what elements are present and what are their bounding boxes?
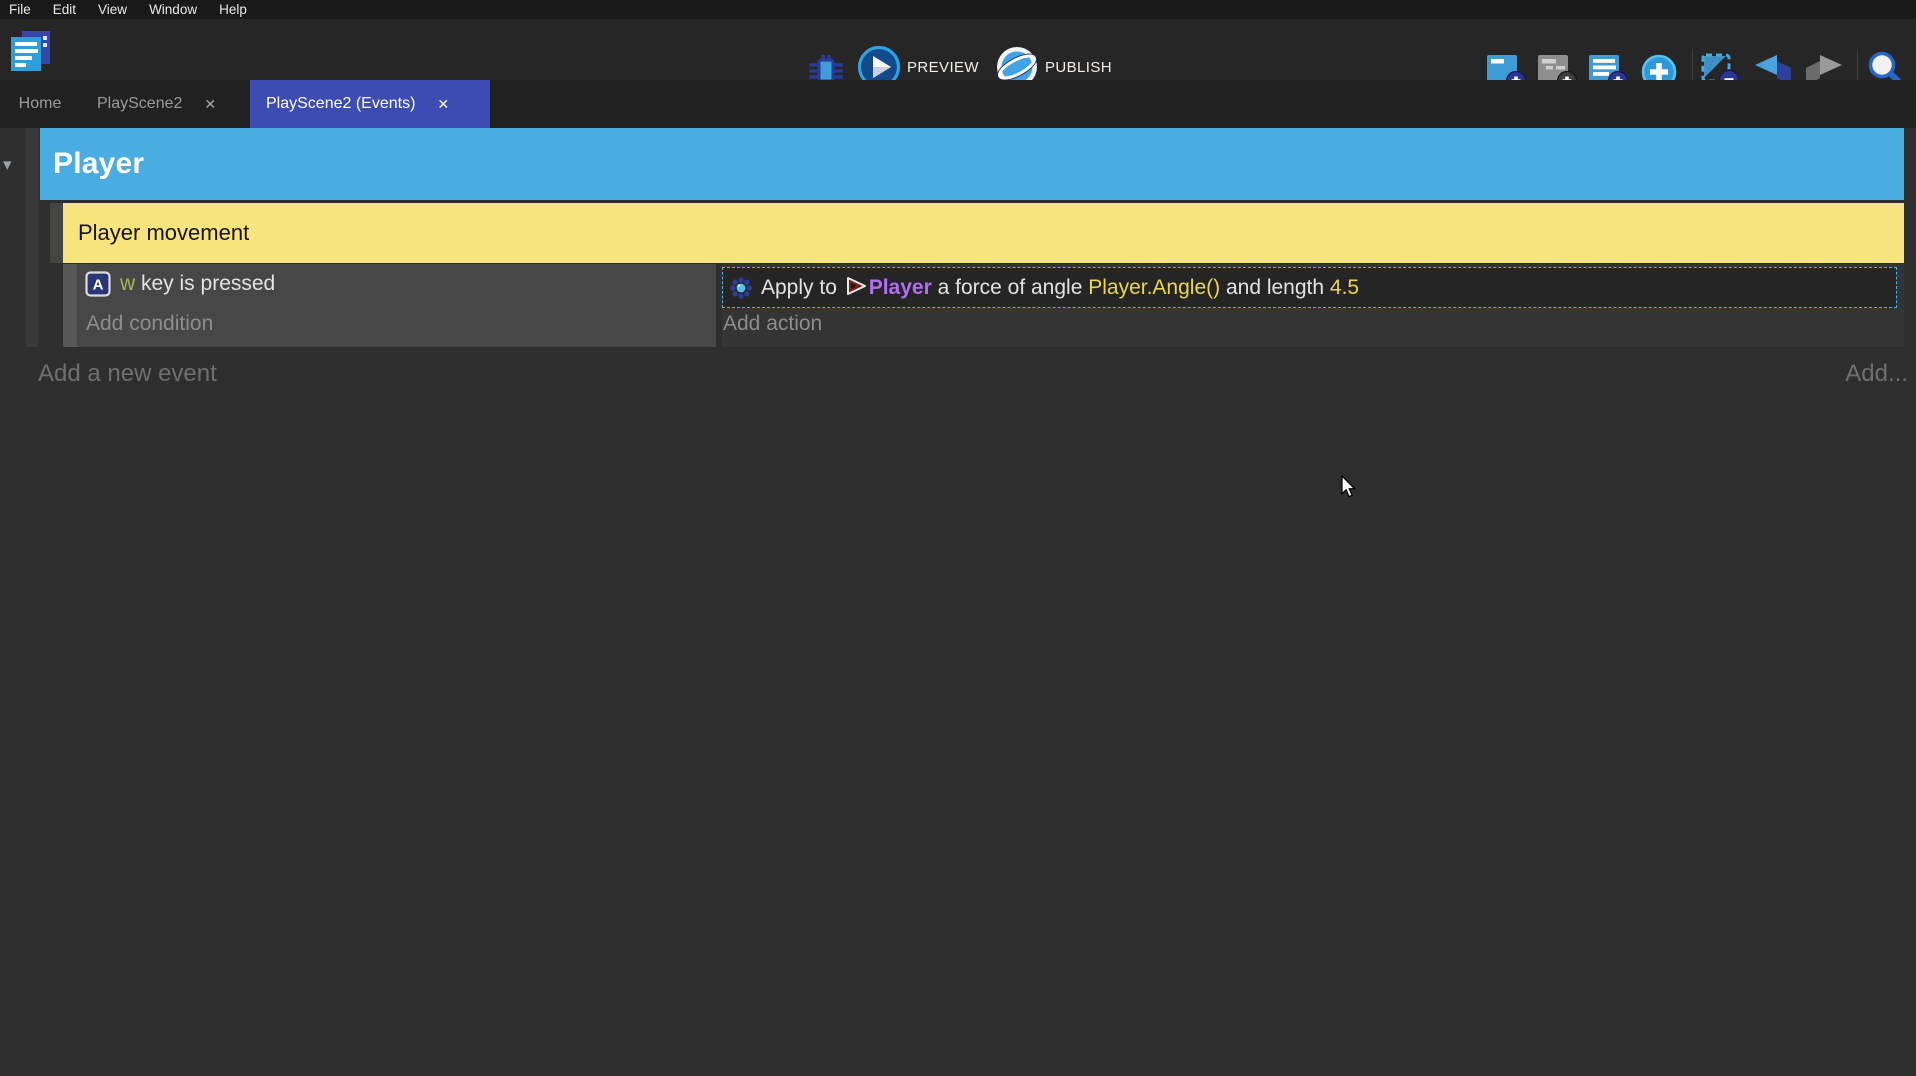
tab-home[interactable]: Home <box>0 80 80 128</box>
event-drag-handle[interactable] <box>63 264 77 347</box>
player-object-icon <box>845 275 867 297</box>
gdevelop-logo <box>7 28 53 74</box>
condition-text: w key is pressed <box>120 272 275 296</box>
group-title: Player <box>53 147 144 181</box>
keyboard-key-icon: A <box>85 271 111 297</box>
tab-label: Home <box>19 95 62 113</box>
tab-playscene2-events[interactable]: PlayScene2 (Events) ✕ <box>250 80 490 128</box>
action-text: Apply to Player a force of angle Player.… <box>761 275 1359 300</box>
add-new-event-button[interactable]: Add a new event <box>38 360 217 388</box>
comment-drag-handle[interactable] <box>50 203 63 263</box>
tab-playscene2[interactable]: PlayScene2 ✕ <box>80 80 250 128</box>
chevron-down-icon[interactable]: ▾ <box>3 155 12 175</box>
add-condition-button[interactable]: Add condition <box>86 312 213 336</box>
toolbar: PREVIEW PUBLISH <box>0 19 1916 80</box>
publish-button[interactable]: PUBLISH <box>1045 59 1112 76</box>
tab-label: PlayScene2 (Events) <box>266 95 415 113</box>
comment-text: Player movement <box>78 220 249 246</box>
tab-label: PlayScene2 <box>97 95 182 113</box>
action-apply-force[interactable]: Apply to Player a force of angle Player.… <box>722 267 1897 308</box>
menu-view[interactable]: View <box>98 2 127 17</box>
conditions-column[interactable]: A w key is pressed Add condition <box>77 264 716 347</box>
menu-edit[interactable]: Edit <box>53 2 76 17</box>
key-name: w <box>120 272 135 295</box>
add-more-button[interactable]: Add... <box>1845 360 1908 388</box>
add-action-button[interactable]: Add action <box>723 312 822 336</box>
comment-event[interactable]: Player movement <box>63 203 1904 263</box>
preview-button[interactable]: PREVIEW <box>907 59 979 76</box>
close-icon[interactable]: ✕ <box>437 96 449 113</box>
menu-file[interactable]: File <box>9 2 31 17</box>
mouse-cursor <box>1341 475 1359 499</box>
length-value: 4.5 <box>1330 276 1359 299</box>
menu-window[interactable]: Window <box>149 2 197 17</box>
tab-bar: Home PlayScene2 ✕ PlayScene2 (Events) ✕ <box>0 80 1916 128</box>
close-icon[interactable]: ✕ <box>204 96 216 113</box>
object-name: Player <box>869 276 932 299</box>
svg-text:A: A <box>93 277 104 294</box>
menu-bar: File Edit View Window Help <box>0 0 1916 19</box>
angle-expression: Player.Angle() <box>1088 276 1220 299</box>
condition-key-pressed[interactable]: A w key is pressed <box>85 271 275 297</box>
menu-help[interactable]: Help <box>219 2 247 17</box>
force-icon <box>729 276 753 300</box>
group-indent-strip <box>26 128 38 347</box>
event-group-header[interactable]: Player <box>40 128 1904 200</box>
